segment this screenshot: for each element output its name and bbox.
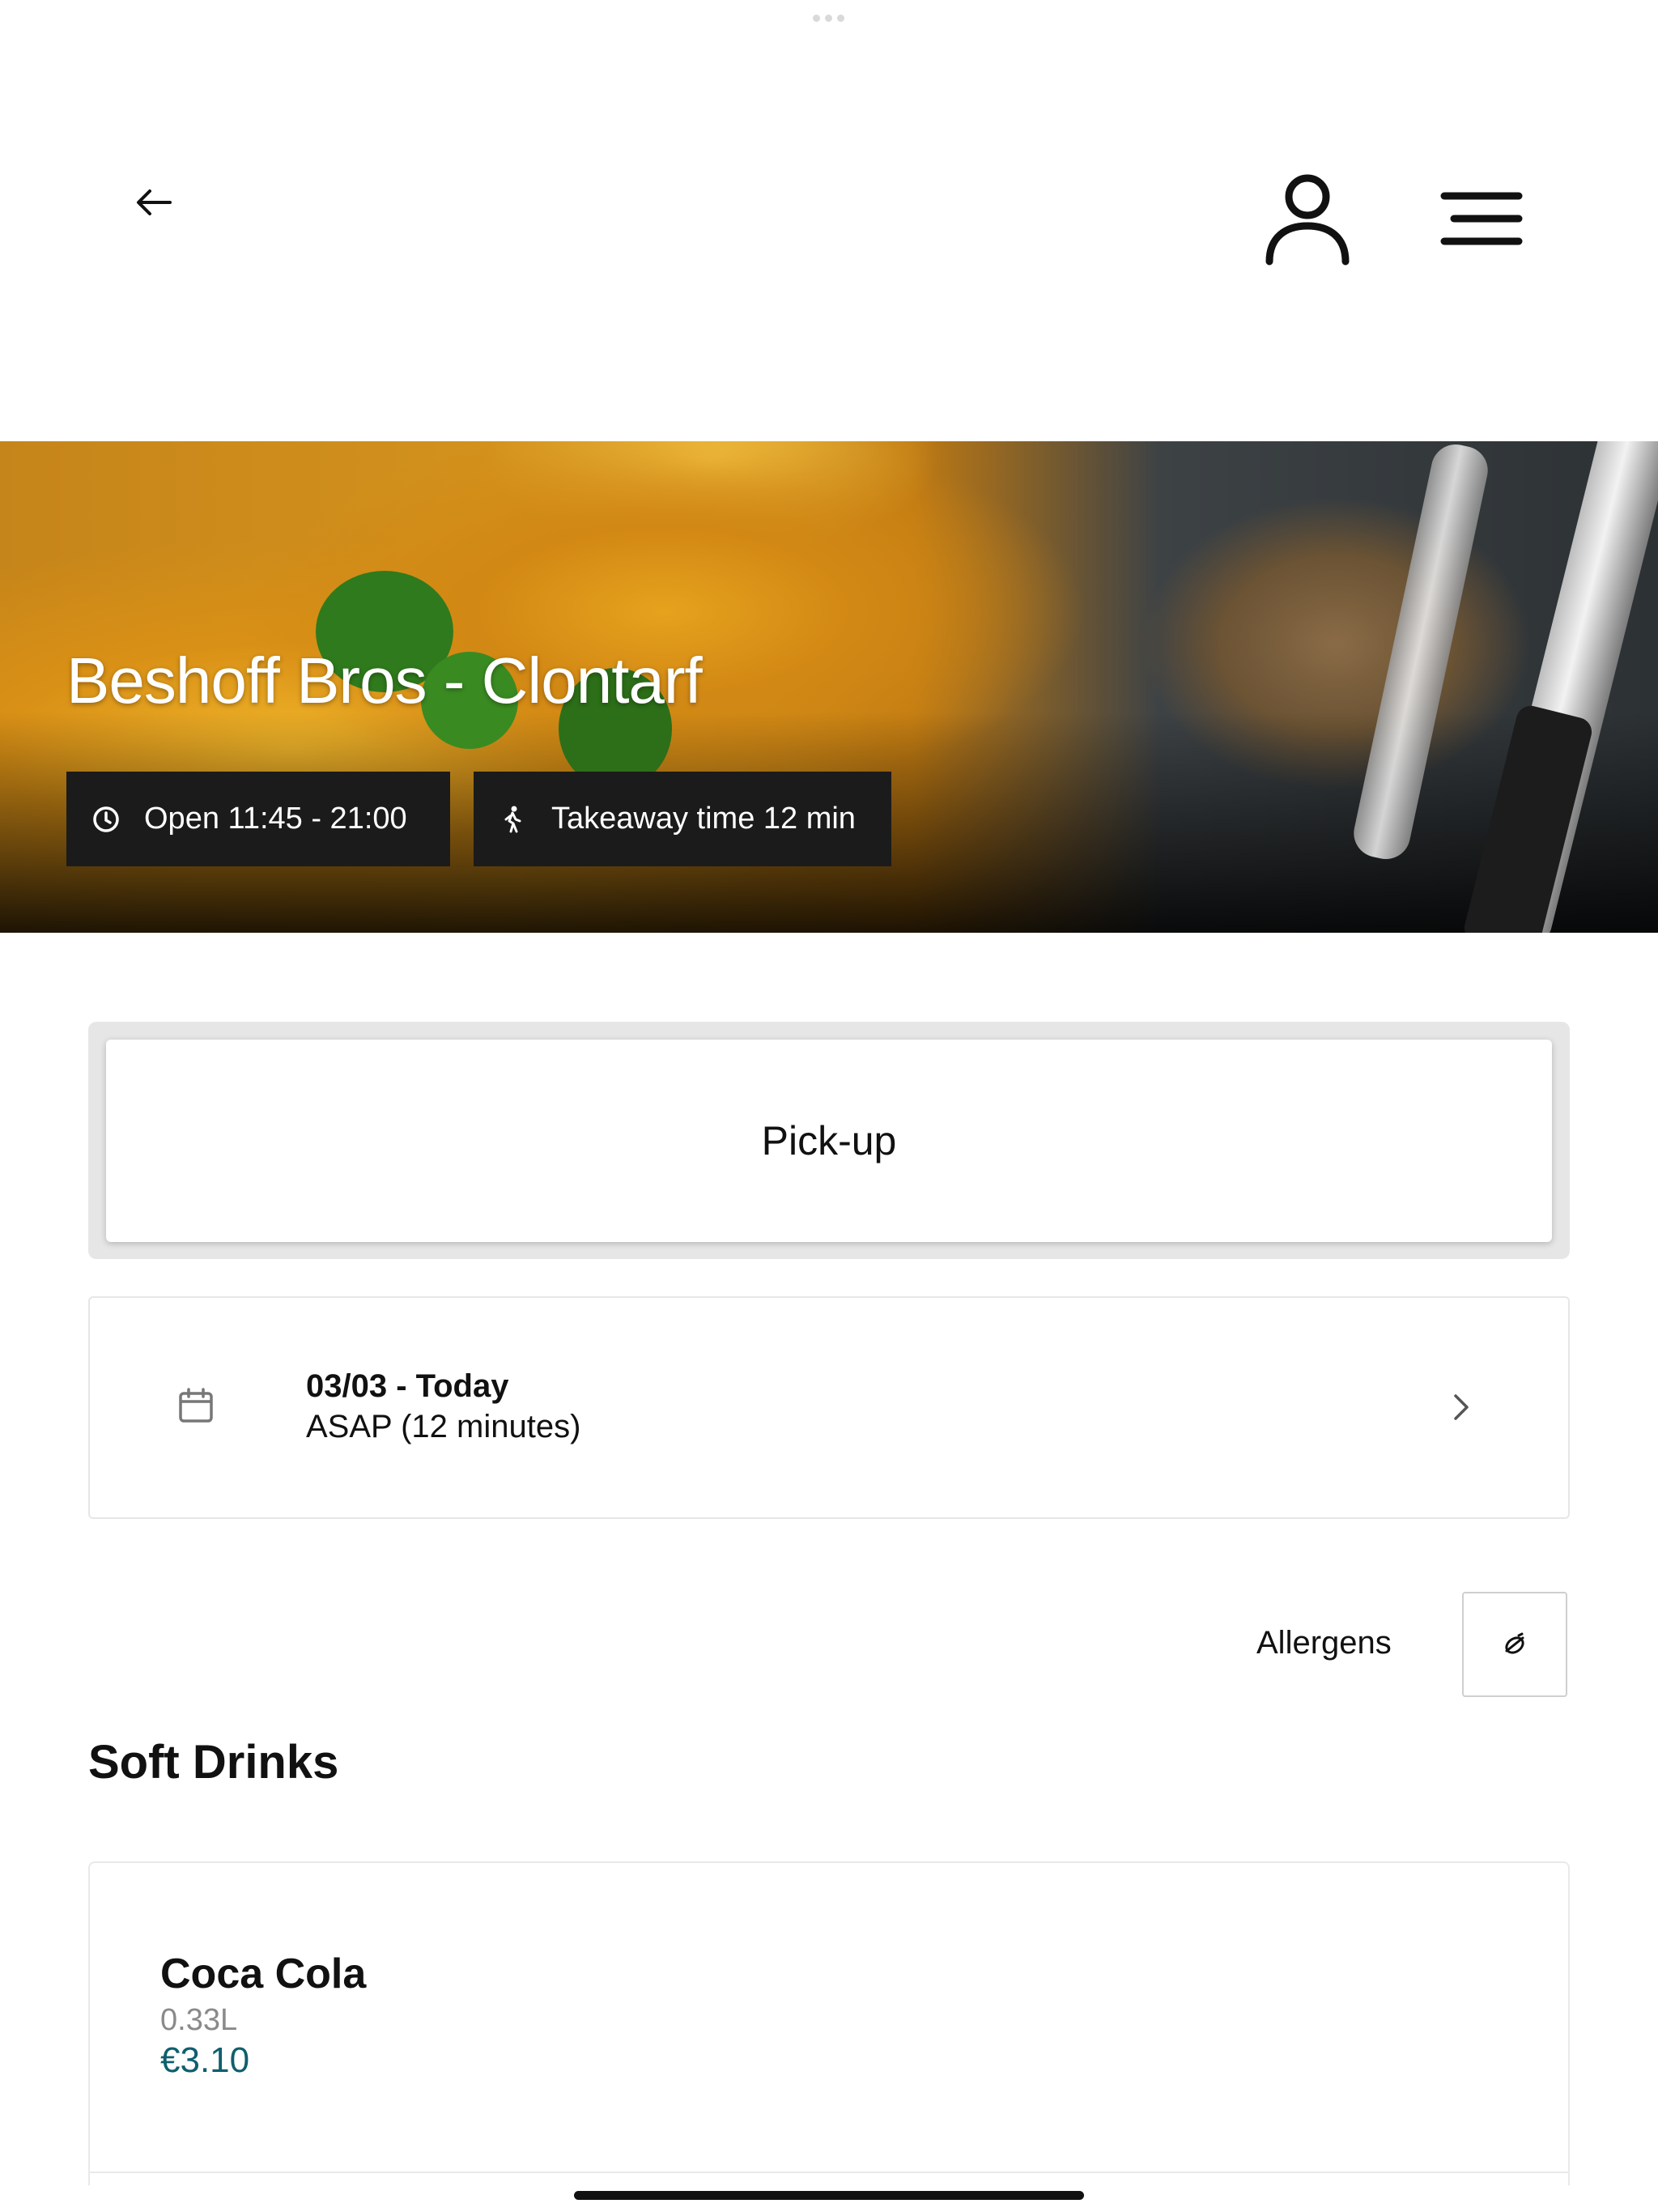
home-indicator[interactable] bbox=[574, 2191, 1084, 2200]
chevron-right-icon bbox=[1454, 1394, 1469, 1420]
restaurant-title: Beshoff Bros - Clontarf bbox=[66, 644, 703, 717]
account-button[interactable] bbox=[1255, 166, 1360, 271]
product-price: €3.10 bbox=[160, 2040, 250, 2080]
fork-graphic bbox=[1349, 441, 1493, 864]
allergen-filter-icon bbox=[1505, 1632, 1524, 1654]
product-size: 0.33L bbox=[160, 2003, 238, 2037]
calendar-icon bbox=[179, 1388, 213, 1423]
allergens-button[interactable] bbox=[1462, 1592, 1567, 1697]
menu-section-title: Soft Drinks bbox=[88, 1736, 339, 1789]
pickup-time-label: ASAP (12 minutes) bbox=[306, 1409, 581, 1444]
hamburger-menu-icon bbox=[1440, 192, 1523, 245]
grabber-dot bbox=[837, 15, 844, 22]
pickup-date-label: 03/03 - Today bbox=[306, 1368, 509, 1404]
takeaway-time-chip: Takeaway time 12 min bbox=[474, 772, 891, 866]
sheet-grabber[interactable] bbox=[813, 15, 845, 23]
pickup-option-button[interactable]: Pick-up bbox=[106, 1040, 1552, 1242]
product-name: Coca Cola bbox=[160, 1950, 367, 1997]
main-menu-button[interactable] bbox=[1433, 182, 1530, 255]
arrow-left-icon bbox=[137, 189, 172, 215]
pickup-time-selector[interactable] bbox=[88, 1296, 1570, 1519]
opening-hours-label: Open 11:45 - 21:00 bbox=[144, 802, 407, 836]
allergens-label: Allergens bbox=[1256, 1625, 1392, 1661]
product-card[interactable] bbox=[88, 1861, 1570, 2185]
takeaway-time-label: Takeaway time 12 min bbox=[551, 802, 856, 836]
grabber-dot bbox=[825, 15, 832, 22]
opening-hours-chip: Open 11:45 - 21:00 bbox=[66, 772, 450, 866]
card-divider bbox=[90, 2172, 1568, 2173]
walking-person-icon bbox=[498, 804, 529, 835]
user-icon bbox=[1265, 174, 1350, 266]
pickup-option-label: Pick-up bbox=[761, 1118, 897, 1163]
back-button[interactable] bbox=[121, 174, 186, 231]
clock-icon bbox=[91, 804, 121, 835]
grabber-dot bbox=[813, 15, 820, 22]
